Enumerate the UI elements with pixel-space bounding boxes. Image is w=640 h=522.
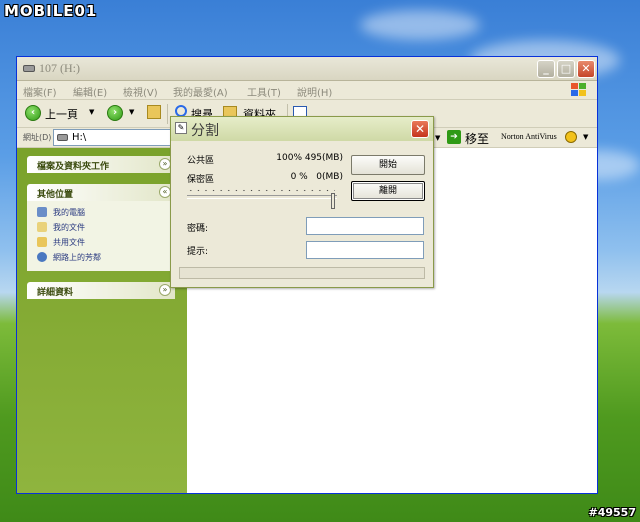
public-area-label: 公共區 [187,156,215,166]
up-folder-icon[interactable] [147,105,161,119]
network-icon [37,252,47,262]
panel-title: 其他位置 [37,190,74,200]
norton-dropdown-icon[interactable]: ▼ [583,133,588,141]
place-my-computer[interactable]: 我的電腦 [37,205,175,220]
maximize-button[interactable]: □ [557,60,575,78]
drive-icon [23,65,35,72]
close-button[interactable]: ✕ [577,60,595,78]
place-my-documents[interactable]: 我的文件 [37,220,175,235]
menu-tools[interactable]: 工具(T) [247,84,281,99]
public-area-value: 100% 495(MB) [276,153,343,163]
dialog-titlebar[interactable]: ✎ 分割 [171,117,433,141]
address-value: H:\ [72,132,87,143]
documents-icon [37,222,47,232]
panel-header[interactable]: 其他位置 « [27,184,175,201]
forward-arrow-icon[interactable]: › [107,105,123,121]
norton-toolbar[interactable]: Norton AntiVirus [501,132,557,141]
panel-title: 詳細資料 [37,288,74,298]
menu-edit[interactable]: 編輯(E) [73,84,107,99]
panel-other-places: 其他位置 « 我的電腦 我的文件 共用文件 網路上的芳鄰 [27,184,175,271]
split-slider-thumb[interactable] [331,193,335,209]
go-arrow-icon[interactable]: ➔ [447,130,461,144]
place-label: 我的電腦 [53,208,85,217]
menu-favorites[interactable]: 我的最愛(A) [173,84,228,99]
toolbar-separator [167,104,168,124]
panel-details: 詳細資料 » [27,282,175,299]
menu-view[interactable]: 檢視(V) [123,84,158,99]
place-network[interactable]: 網路上的芳鄰 [37,250,175,265]
panel-body: 我的電腦 我的文件 共用文件 網路上的芳鄰 [27,201,175,271]
address-label: 網址(D) [23,133,52,142]
status-bar [179,267,425,279]
watermark-logo: MOBILE01 [4,2,98,20]
back-button[interactable]: 上一頁 [45,106,78,122]
hint-field[interactable] [306,241,424,259]
exit-button[interactable]: 離開 [351,181,425,201]
split-slider-track[interactable] [187,195,337,199]
shared-folder-icon [37,237,47,247]
slider-ticks [187,189,335,192]
place-shared-documents[interactable]: 共用文件 [37,235,175,250]
desktop-cloud [360,10,480,40]
panel-header[interactable]: 詳細資料 » [27,282,175,299]
private-area-value: 0 % 0(MB) [290,172,343,182]
task-pane: 檔案及資料夾工作 » 其他位置 « 我的電腦 我的文件 共用文件 網路上的芳鄰 … [17,148,187,493]
panel-file-tasks: 檔案及資料夾工作 » [27,156,175,173]
menu-file[interactable]: 檔案(F) [23,84,57,99]
panel-title: 檔案及資料夾工作 [37,162,110,172]
watermark-post-id: #49557 [588,506,637,519]
minimize-button[interactable]: _ [537,60,555,78]
windows-logo-icon [571,83,587,97]
menu-help[interactable]: 說明(H) [297,84,332,99]
window-title: 107 (H:) [39,61,80,75]
place-label: 網路上的芳鄰 [53,253,101,262]
password-field[interactable] [306,217,424,235]
password-label: 密碼: [187,224,209,234]
address-dropdown-icon[interactable]: ▼ [435,134,440,142]
menu-bar: 檔案(F) 編輯(E) 檢視(V) 我的最愛(A) 工具(T) 說明(H) [17,81,597,100]
back-arrow-icon[interactable]: ‹ [25,105,41,121]
window-titlebar[interactable]: 107 (H:) _ □ ✕ [17,57,597,81]
app-icon: ✎ [175,122,187,134]
back-dropdown-icon[interactable]: ▼ [89,108,94,116]
drive-icon [57,134,68,141]
forward-dropdown-icon[interactable]: ▼ [129,108,134,116]
dialog-close-button[interactable]: ✕ [411,120,429,138]
norton-icon[interactable] [565,131,577,143]
split-dialog: ✎ 分割 ✕ 公共區 100% 495(MB) 保密區 0 % 0(MB) 開始… [170,116,434,288]
start-button[interactable]: 開始 [351,155,425,175]
private-area-label: 保密區 [187,175,215,185]
panel-header[interactable]: 檔案及資料夾工作 » [27,156,175,173]
place-label: 共用文件 [53,238,85,247]
computer-icon [37,207,47,217]
hint-label: 提示: [187,247,209,257]
dialog-title: 分割 [191,123,219,139]
place-label: 我的文件 [53,223,85,232]
go-button[interactable]: 移至 [465,130,489,147]
